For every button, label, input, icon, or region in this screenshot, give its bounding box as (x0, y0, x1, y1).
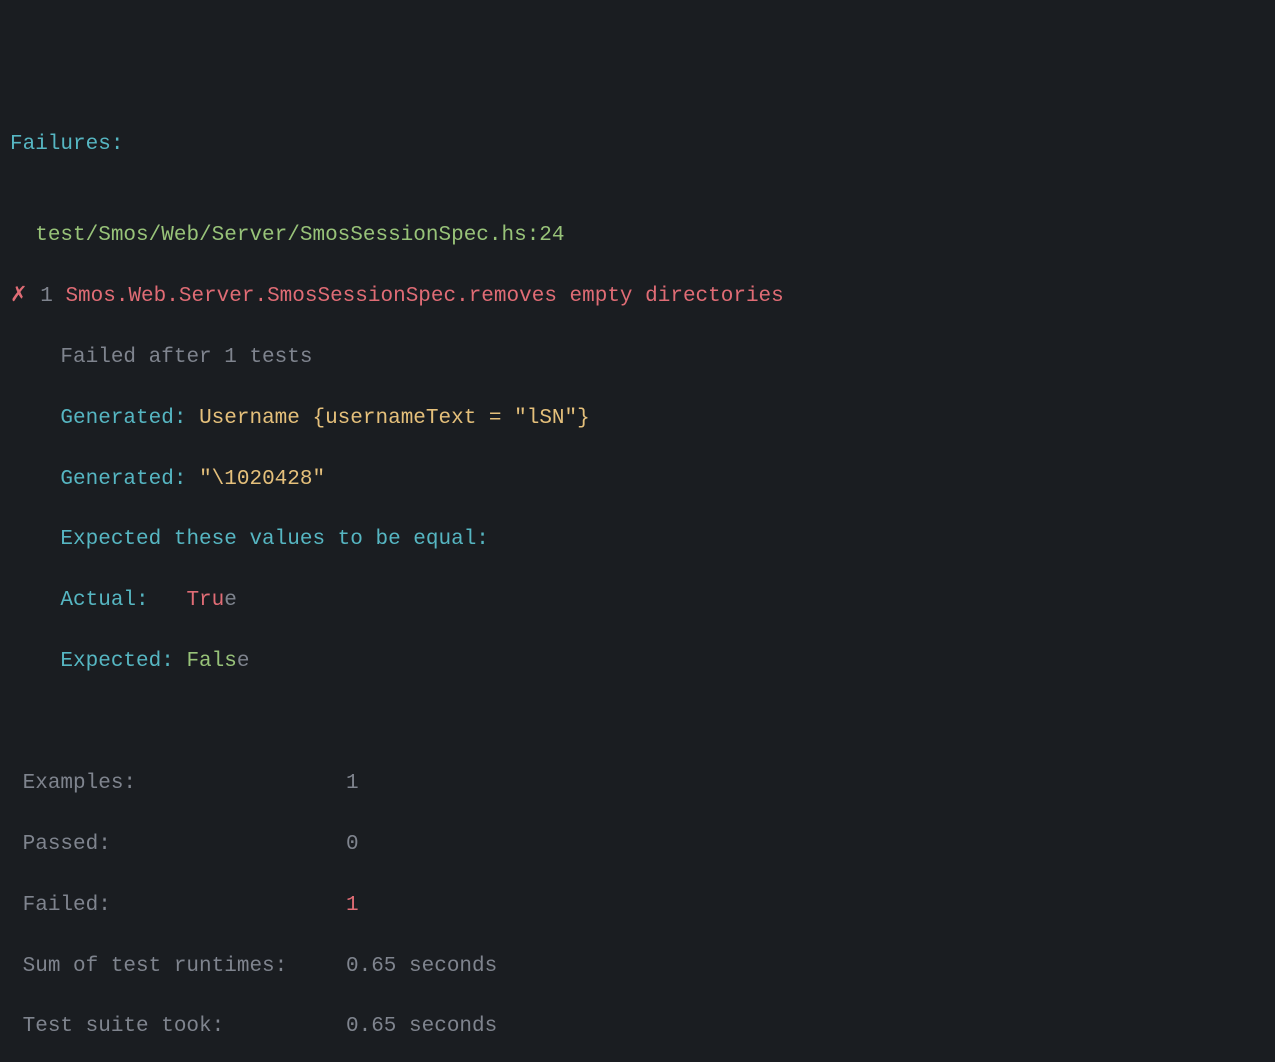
stat-examples: Examples:1 (10, 769, 1265, 799)
expected-label: Expected: (60, 650, 173, 673)
generated-label-2: Generated: (60, 468, 186, 491)
generated-line-2: Generated: "\1020428" (10, 465, 1265, 495)
failures-label: Failures: (10, 133, 123, 156)
stat-failed: Failed:1 (10, 891, 1265, 921)
stat-passed: Passed:0 (10, 830, 1265, 860)
expected-msg-line: Expected these values to be equal: (10, 525, 1265, 555)
expected-line: Expected: False (10, 647, 1265, 677)
fail-marker-icon: ✗ (10, 285, 28, 308)
actual-spacing (149, 589, 187, 612)
expected-msg: Expected these values to be equal: (60, 528, 488, 551)
terminal-output: Failures: test/Smos/Web/Server/SmosSessi… (10, 130, 1265, 1062)
expected-value-rest: e (237, 650, 250, 673)
expected-value-diff: Fals (186, 650, 236, 673)
failure-title-line: ✗ 1 Smos.Web.Server.SmosSessionSpec.remo… (10, 282, 1265, 312)
failed-after-line: Failed after 1 tests (10, 343, 1265, 373)
actual-label: Actual: (60, 589, 148, 612)
file-location: test/Smos/Web/Server/SmosSessionSpec.hs:… (35, 224, 564, 247)
failed-after-text: Failed after 1 tests (60, 346, 312, 369)
suite-label: Test suite took: (10, 1012, 346, 1042)
failures-header: Failures: (10, 130, 1265, 160)
failed-value: 1 (346, 891, 359, 921)
file-location-line: test/Smos/Web/Server/SmosSessionSpec.hs:… (10, 221, 1265, 251)
suite-value: 0.65 seconds (346, 1012, 497, 1042)
stat-runtimes: Sum of test runtimes:0.65 seconds (10, 952, 1265, 982)
generated-line-1: Generated: Username {usernameText = "lSN… (10, 404, 1265, 434)
generated-label-1: Generated: (60, 407, 186, 430)
actual-value-rest: e (224, 589, 237, 612)
examples-label: Examples: (10, 769, 346, 799)
fail-test-name: Smos.Web.Server.SmosSessionSpec.removes … (65, 285, 783, 308)
runtimes-value: 0.65 seconds (346, 952, 497, 982)
actual-line: Actual: True (10, 586, 1265, 616)
examples-value: 1 (346, 769, 359, 799)
stat-suite: Test suite took:0.65 seconds (10, 1012, 1265, 1042)
passed-label: Passed: (10, 830, 346, 860)
runtimes-label: Sum of test runtimes: (10, 952, 346, 982)
generated-value-1: Username {usernameText = "lSN"} (199, 407, 590, 430)
fail-number: 1 (40, 285, 53, 308)
failed-label: Failed: (10, 891, 346, 921)
generated-value-2: "\1020428" (199, 468, 325, 491)
passed-value: 0 (346, 830, 359, 860)
actual-value-diff: Tru (186, 589, 224, 612)
